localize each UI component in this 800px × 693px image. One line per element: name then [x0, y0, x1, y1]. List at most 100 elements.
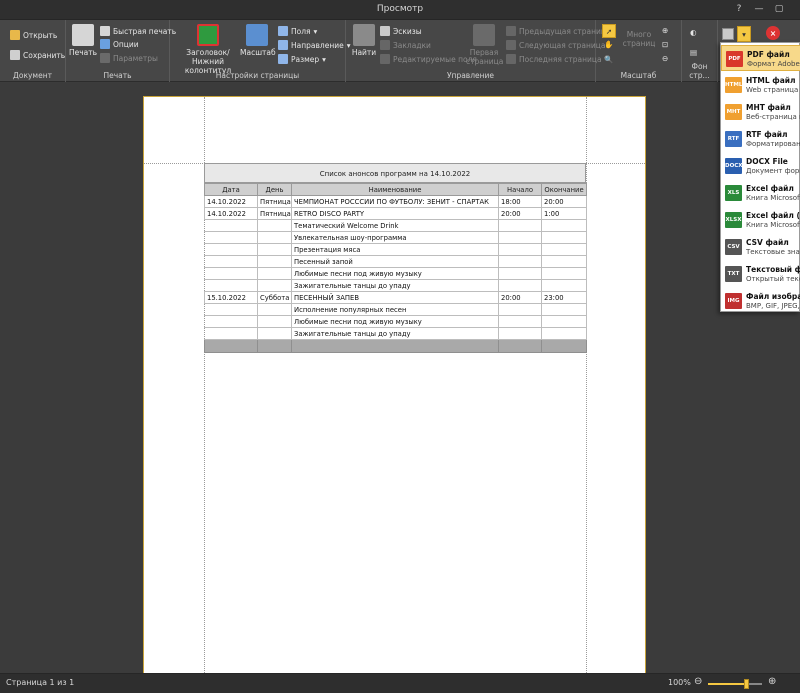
- export-menu: PDF PDF файл Формат Adobe Port HTML HTML…: [720, 42, 800, 312]
- zoom-fit-button[interactable]: ⊡: [662, 40, 668, 49]
- pdf-icon: PDF: [726, 51, 743, 67]
- prev-page-icon: [506, 26, 516, 36]
- zoom-in-button[interactable]: ⊕: [662, 26, 668, 35]
- table-row: 15.10.2022 Суббота ПЕСЕННЫЙ ЗАПЕВ 20:00 23:0…: [204, 291, 587, 304]
- cell-name: ЧЕМПИОНАТ РОСССИИ ПО ФУТБОЛУ: ЗЕНИТ - СП…: [291, 195, 499, 208]
- table-row: 14.10.2022 Пятница ЧЕМПИОНАТ РОСССИИ ПО ФУ…: [204, 195, 587, 208]
- export-mht-item[interactable]: MHT MHT файл Веб-страница в од: [721, 99, 800, 125]
- export-docx-item[interactable]: DOCX DOCX File Документ формат: [721, 153, 800, 179]
- table-row: Любимые песни под живую музыку: [204, 267, 587, 280]
- thumbnails-icon: [380, 26, 390, 36]
- cell-end: [541, 315, 587, 328]
- group-print: Печать Быстрая печать Опции Параметры Пе…: [66, 20, 176, 82]
- header-footer-button[interactable]: Заголовок/Нижний колонтитул: [174, 24, 242, 75]
- pointer-tool-button[interactable]: ➚: [602, 24, 616, 38]
- header-row: Дата День Наименование Начало Окончание: [204, 183, 587, 196]
- export-xls-item[interactable]: XLS Excel файл Книга Microsoft Ex: [721, 180, 800, 206]
- binoculars-icon: [353, 24, 375, 46]
- export-txt-item[interactable]: TXT Текстовый фай Открытый текст: [721, 261, 800, 287]
- page-color-button[interactable]: ◐: [690, 28, 697, 37]
- cell-start: [498, 327, 542, 340]
- quick-print-button[interactable]: Быстрая печать: [100, 26, 176, 36]
- cell-day: [257, 315, 292, 328]
- table-row: Исполнение популярных песен: [204, 303, 587, 316]
- cell-start: [498, 279, 542, 292]
- cell-name: Любимые песни под живую музыку: [291, 267, 499, 280]
- close-preview-button[interactable]: ×: [766, 26, 780, 40]
- cell-end: [541, 219, 587, 232]
- thumbnails-button[interactable]: Эскизы: [380, 26, 422, 36]
- table-footer-row: [204, 339, 587, 353]
- col-date: Дата: [204, 183, 258, 196]
- col-start: Начало: [498, 183, 542, 196]
- group-label-document: Документ: [13, 71, 52, 80]
- zoom-tool-button[interactable]: 🔍: [604, 55, 613, 64]
- cell-start: [498, 303, 542, 316]
- cell-end: 20:00: [541, 195, 587, 208]
- cell-date: 15.10.2022: [204, 291, 258, 304]
- orientation-dropdown[interactable]: Направление ▾: [278, 40, 350, 50]
- zoom-out-small-button[interactable]: ⊖: [694, 676, 702, 687]
- open-button[interactable]: Открыть: [10, 30, 57, 40]
- options-button[interactable]: Опции: [100, 39, 139, 49]
- zoom-in-small-button[interactable]: ⊕: [768, 676, 776, 687]
- cell-name: Зажигательные танцы до упаду: [291, 279, 499, 292]
- watermark-button[interactable]: ▤: [690, 48, 697, 57]
- export-dropdown-button[interactable]: ▾: [737, 26, 751, 42]
- cell-day: Пятница: [257, 195, 292, 208]
- save-button[interactable]: Сохранить: [10, 50, 65, 60]
- watermark-icon: ▤: [690, 48, 698, 57]
- export-csv-item[interactable]: CSV CSV файл Текстовые значен: [721, 234, 800, 260]
- magnifier-icon: 🔍: [604, 55, 614, 64]
- print-button[interactable]: Печать: [68, 24, 98, 57]
- help-icon[interactable]: ?: [732, 3, 746, 15]
- zoom-slider-track[interactable]: [708, 679, 762, 689]
- table-row: 14.10.2022 Пятница RETRO DISCO PARTY 20:00 1…: [204, 207, 587, 220]
- first-page-button[interactable]: Первая страница: [466, 24, 503, 66]
- editable-fields-button[interactable]: Редактируемые поля: [380, 54, 477, 64]
- scale-icon: [246, 24, 268, 46]
- maximize-button[interactable]: ▢: [772, 3, 786, 15]
- txt-icon: TXT: [725, 266, 742, 282]
- page-color-icon: ◐: [690, 28, 697, 37]
- cell-end: [541, 279, 587, 292]
- cell-date: [204, 219, 258, 232]
- export-html-item[interactable]: HTML HTML файл Web страница: [721, 72, 800, 98]
- cell-name: Зажигательные танцы до упаду: [291, 327, 499, 340]
- many-pages-button[interactable]: Много страниц: [622, 30, 656, 48]
- parameters-button[interactable]: Параметры: [100, 53, 158, 63]
- zoom-in-icon: ⊕: [662, 26, 669, 35]
- last-page-button[interactable]: Последняя страница: [506, 54, 602, 64]
- hand-tool-button[interactable]: ✋: [604, 40, 613, 49]
- export-xlsx-item[interactable]: XLSX Excel файл (.XLS Книга Microsoft Ex: [721, 207, 800, 233]
- export-rtf-item[interactable]: RTF RTF файл Форматированный: [721, 126, 800, 152]
- preview-workspace[interactable]: Список анонсов программ на 14.10.2022 Да…: [0, 83, 800, 676]
- zoom-slider-thumb[interactable]: [743, 679, 749, 689]
- size-dropdown[interactable]: Размер ▾: [278, 54, 326, 64]
- export-button[interactable]: [722, 28, 734, 40]
- report-table-block: Список анонсов программ на 14.10.2022 Да…: [204, 163, 587, 353]
- export-image-item[interactable]: IMG Файл изображе BMP, GIF, JPEG, PN: [721, 288, 800, 314]
- next-page-button[interactable]: Следующая страница: [506, 40, 605, 50]
- quick-printer-icon: [100, 26, 110, 36]
- cell-name: Песенный запой: [291, 255, 499, 268]
- cell-name: Любимые песни под живую музыку: [291, 315, 499, 328]
- folder-icon: [10, 30, 20, 40]
- cell-name: Тематический Welcome Drink: [291, 219, 499, 232]
- minimize-button[interactable]: —: [752, 3, 766, 15]
- cell-date: [204, 255, 258, 268]
- col-day: День: [257, 183, 292, 196]
- window-title: Просмотр: [376, 4, 424, 14]
- header-footer-icon: [197, 24, 219, 46]
- cell-date: [204, 267, 258, 280]
- parameters-icon: [100, 53, 110, 63]
- scale-button[interactable]: Масштаб: [240, 24, 276, 57]
- export-pdf-item[interactable]: PDF PDF файл Формат Adobe Port: [721, 45, 800, 71]
- find-button[interactable]: Найти: [348, 24, 380, 57]
- zoom-out-button[interactable]: ⊖: [662, 54, 668, 63]
- bookmarks-button[interactable]: Закладки: [380, 40, 431, 50]
- prev-page-button[interactable]: Предыдущая страница: [506, 26, 611, 36]
- group-background: ◐ ▤ Фон стр...: [682, 20, 718, 82]
- cell-end: 23:00: [541, 291, 587, 304]
- margins-dropdown[interactable]: Поля ▾: [278, 26, 317, 36]
